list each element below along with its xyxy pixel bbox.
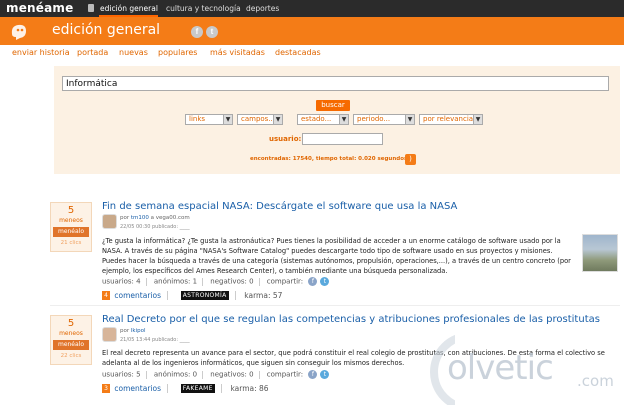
facebook-icon[interactable]: f [191, 26, 203, 38]
menealo-button[interactable]: menéalo [53, 227, 89, 237]
avatar[interactable] [102, 214, 117, 229]
facebook-share-icon[interactable]: f [308, 277, 318, 286]
subnav-portada[interactable]: portada [77, 48, 108, 57]
meneame-mascot-icon[interactable] [8, 20, 30, 42]
section-header: edición general f t [0, 17, 624, 45]
avatar[interactable] [102, 327, 117, 342]
vote-count: 5 [67, 205, 75, 216]
top-bar: menéame edición general cultura y tecnol… [0, 0, 624, 17]
section-title: edición general [52, 22, 161, 38]
subnav-destacadas[interactable]: destacadas [275, 48, 321, 57]
search-button[interactable]: buscar [316, 100, 350, 111]
twitter-icon[interactable]: t [206, 26, 218, 38]
subnav-enviar-historia[interactable]: enviar historia [12, 48, 70, 57]
comments-link[interactable]: comentarios [114, 291, 161, 300]
news-submitter: por tm100 a vega00.com [120, 215, 190, 221]
site-logo[interactable]: menéame [6, 1, 73, 15]
usuario-label: usuario: [269, 135, 302, 143]
status-select[interactable]: estado... ▼ [297, 114, 349, 125]
category-tag[interactable]: ASTRONOMÍA [180, 290, 229, 300]
chevron-down-icon: ▼ [473, 115, 482, 124]
search-input[interactable] [62, 76, 609, 91]
order-select-value: por relevancia [423, 115, 474, 123]
submitter-link[interactable]: tm100 [131, 215, 149, 221]
nav-cultura-tecnologia[interactable]: cultura y tecnología [166, 4, 241, 13]
order-select[interactable]: por relevancia ▼ [419, 114, 483, 125]
sub-navigation: enviar historia portada nuevas populares… [0, 45, 624, 62]
news-body: ¿Te gusta la informática? ¿Te gusta la a… [102, 237, 571, 275]
share-label: compartir: [266, 370, 304, 379]
type-select-value: links [189, 115, 206, 123]
chevron-down-icon: ▼ [273, 115, 282, 124]
source-domain[interactable]: a vega00.com [151, 215, 190, 221]
vote-box: 5 meneos menéalo 22 clics [50, 315, 92, 365]
chevron-down-icon: ▼ [405, 115, 414, 124]
nav-deportes[interactable]: deportes [246, 4, 279, 13]
news-date: 22/05 00:30 publicado: ____ [120, 224, 190, 230]
facebook-share-icon[interactable]: f [308, 370, 318, 379]
usuario-input[interactable] [302, 133, 383, 145]
twitter-share-icon[interactable]: t [320, 370, 330, 379]
news-stats: usuarios: 5 anónimos: 0 negativos: 0 com… [102, 370, 330, 379]
karma-value: karma: 57 [244, 290, 283, 300]
comment-count-badge: 3 [102, 383, 110, 393]
twitter-share-icon[interactable]: t [320, 277, 330, 286]
news-date: 21/05 13:44 publicado: ____ [120, 337, 190, 343]
chevron-down-icon: ▼ [223, 115, 232, 124]
clicks-count: 22 clics [60, 353, 82, 359]
menealo-button[interactable]: menéalo [53, 340, 89, 350]
comment-count-badge: 4 [102, 290, 110, 300]
anonymous-count: anónimos: 1 [153, 277, 198, 286]
news-footer: 3 comentarios FAKEAME karma: 86 [102, 383, 269, 393]
results-info: encontradas: 17540, tiempo total: 0.020 … [250, 156, 408, 162]
period-select-value: periodo... [357, 115, 391, 123]
watermark-suffix: .com [577, 372, 614, 390]
users-count: usuarios: 4 [102, 277, 141, 286]
negative-count: negativos: 0 [210, 370, 254, 379]
vote-box: 5 meneos menéalo 21 clics [50, 202, 92, 252]
chevron-down-icon: ▼ [339, 115, 348, 124]
negative-count: negativos: 0 [210, 277, 254, 286]
type-select[interactable]: links ▼ [185, 114, 233, 125]
divider [50, 305, 620, 306]
fields-select-value: campos... [241, 115, 276, 123]
watermark: olvetic .com [395, 320, 620, 405]
period-select[interactable]: periodo... ▼ [353, 114, 415, 125]
news-title[interactable]: Fin de semana espacial NASA: Descárgate … [102, 201, 457, 212]
subnav-mas-visitadas[interactable]: más visitadas [210, 48, 265, 57]
watermark-logo-icon [430, 334, 455, 405]
share-label: compartir: [266, 277, 304, 286]
news-stats: usuarios: 4 anónimos: 1 negativos: 0 com… [102, 277, 330, 286]
anonymous-count: anónimos: 0 [153, 370, 198, 379]
news-submitter: por lkipol [120, 328, 146, 334]
karma-value: karma: 86 [230, 383, 269, 393]
clicks-count: 21 clics [60, 240, 82, 246]
meta-by: por [120, 215, 130, 221]
status-select-value: estado... [301, 115, 332, 123]
news-thumbnail[interactable] [582, 234, 618, 272]
category-tag[interactable]: FAKEAME [180, 383, 215, 393]
users-count: usuarios: 5 [102, 370, 141, 379]
watermark-text: olvetic [447, 348, 554, 388]
vote-label: meneos [59, 217, 83, 224]
fields-select[interactable]: campos... ▼ [237, 114, 283, 125]
comments-link[interactable]: comentarios [114, 384, 161, 393]
meta-by: por [120, 328, 130, 334]
subnav-nuevas[interactable]: nuevas [119, 48, 148, 57]
document-icon [88, 4, 94, 12]
nav-edicion-general[interactable]: edición general [100, 4, 158, 13]
rss-icon[interactable]: ) [405, 154, 416, 165]
subnav-populares[interactable]: populares [158, 48, 197, 57]
vote-count: 5 [67, 318, 75, 329]
vote-label: meneos [59, 330, 83, 337]
submitter-link[interactable]: lkipol [131, 328, 146, 334]
news-footer: 4 comentarios ASTRONOMÍA karma: 57 [102, 290, 282, 300]
